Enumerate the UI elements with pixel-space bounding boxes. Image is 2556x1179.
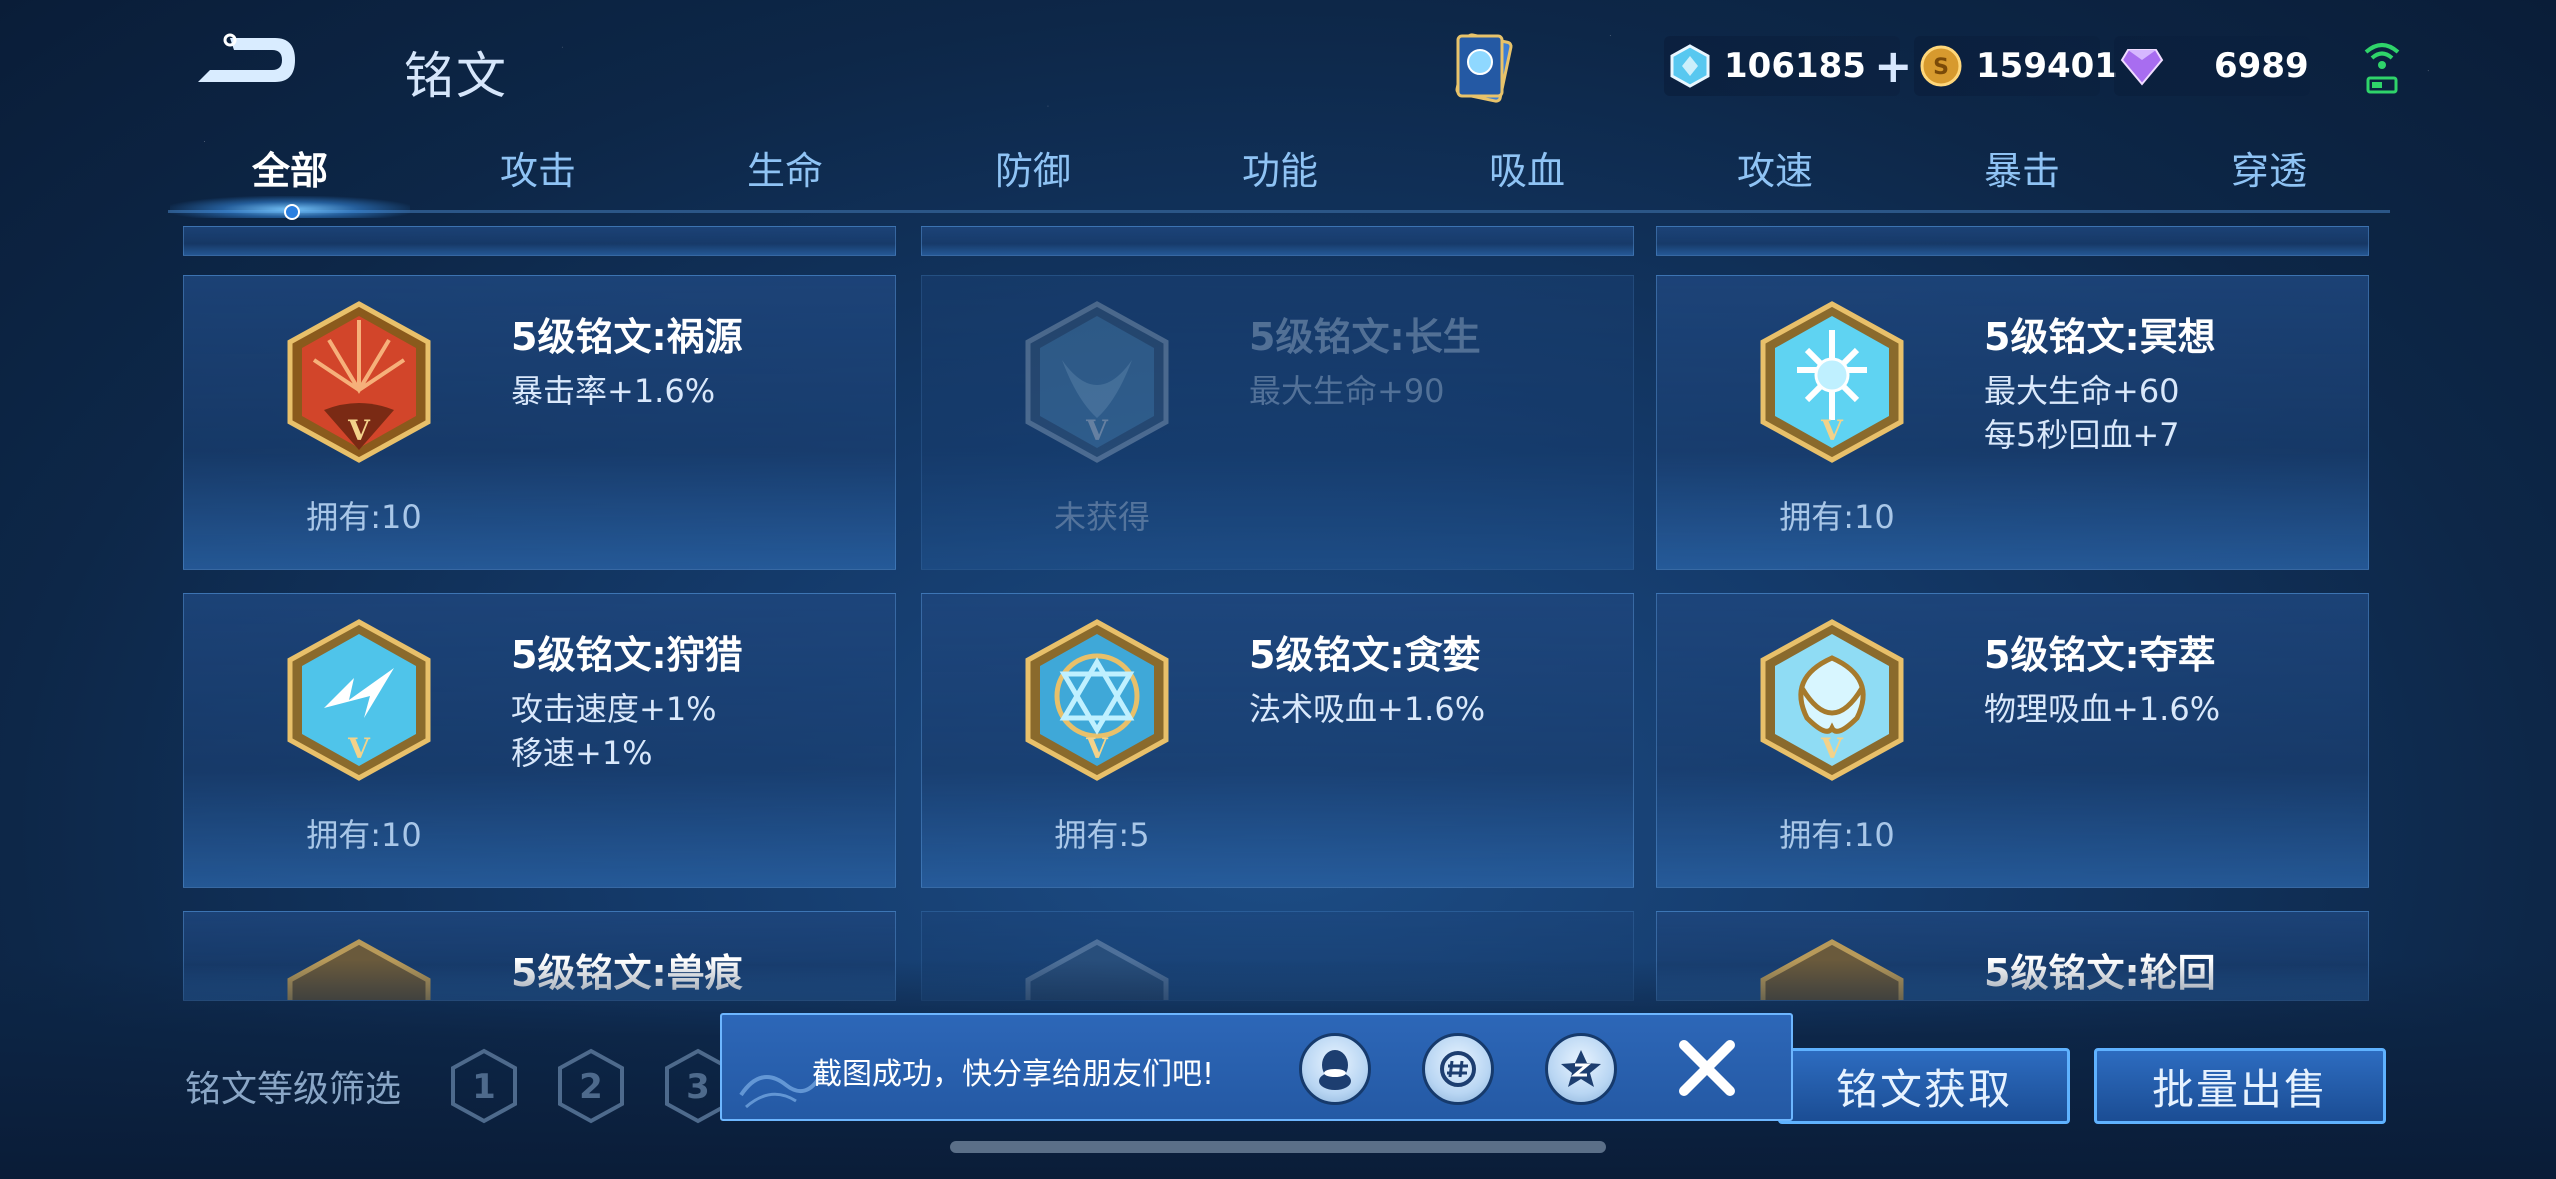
qzone-icon [1561, 1050, 1601, 1087]
toast-message: 截图成功，快分享给朋友们吧! [812, 1057, 1215, 1092]
card-stat: 每5秒回血+7 [1984, 416, 2180, 454]
gold-coin-icon: S [1920, 44, 1962, 88]
close-icon[interactable] [1672, 1033, 1742, 1103]
diamond-value: 106185 [1724, 46, 1866, 86]
tab-utility[interactable]: 功能 [1200, 140, 1360, 195]
bulk-sell-button[interactable]: 批量出售 [2094, 1048, 2386, 1124]
owned-count: 拥有:5 [1054, 816, 1150, 854]
crit-inscription-emblem-icon: V [287, 301, 431, 463]
greed-inscription-emblem-icon: V [1025, 619, 1169, 781]
page-title: 铭文 [404, 47, 508, 105]
card-title: 5级铭文:夺萃 [1984, 633, 2216, 677]
tab-penetration[interactable]: 穿透 [2189, 140, 2349, 195]
inscription-card-partial[interactable] [183, 226, 896, 256]
level-filter-2[interactable]: 2 [557, 1048, 625, 1124]
svg-text:S: S [1933, 55, 1949, 80]
tab-divider [168, 210, 2390, 213]
level-filter-label-3: 3 [686, 1067, 710, 1107]
hunt-inscription-emblem-icon: V [287, 619, 431, 781]
tab-health[interactable]: 生命 [705, 140, 865, 195]
gold-value: 159401 [1976, 46, 2118, 86]
level-filter-label: 铭文等级筛选 [185, 1069, 402, 1110]
owned-count: 拥有:10 [1779, 816, 1895, 854]
card-title: 5级铭文:冥想 [1984, 315, 2216, 359]
wechat-moments-icon [1440, 1051, 1476, 1087]
card-title: 5级铭文:贪婪 [1249, 633, 1481, 677]
home-indicator[interactable] [950, 1141, 1606, 1153]
level-filter-label-2: 2 [579, 1067, 603, 1107]
gold-currency: S 159401 [1914, 36, 2118, 96]
level-filter-label-1: 1 [472, 1067, 496, 1107]
card-title: 5级铭文:狩猎 [511, 633, 743, 677]
level-filter-1[interactable]: 1 [450, 1048, 518, 1124]
inscription-card-mingxiang[interactable]: V 5级铭文:冥想 最大生命+60 每5秒回血+7 拥有:10 [1656, 275, 2369, 570]
card-stat: 暴击率+1.6% [511, 372, 716, 410]
diamond-coupon-icon [1670, 44, 1710, 88]
card-title: 5级铭文:祸源 [511, 315, 743, 359]
card-stat: 攻击速度+1% [511, 690, 717, 728]
card-stat: 物理吸血+1.6% [1984, 690, 2221, 728]
owned-status: 未获得 [1053, 498, 1150, 536]
svg-text:V: V [347, 414, 371, 447]
card-stat: 法术吸血+1.6% [1249, 690, 1486, 728]
svg-text:V: V [1085, 732, 1109, 765]
owned-count: 拥有:10 [1779, 498, 1895, 536]
tab-attack-speed[interactable]: 攻速 [1695, 140, 1855, 195]
screenshot-share-toast: 截图成功，快分享给朋友们吧! [720, 1013, 1793, 1121]
inscription-card-partial[interactable] [1656, 226, 2369, 256]
inscription-card-changsheng[interactable]: V 5级铭文:长生 最大生命+90 未获得 [921, 275, 1634, 570]
plunder-inscription-emblem-icon: V [1760, 619, 1904, 781]
life-inscription-emblem-icon: V [1025, 301, 1169, 463]
inscription-card-huoyuan[interactable]: V 5级铭文:祸源 暴击率+1.6% 拥有:10 [183, 275, 896, 570]
add-diamond-button[interactable]: + [1874, 43, 1913, 89]
svg-text:V: V [1820, 414, 1844, 447]
card-stat: 最大生命+60 [1984, 372, 2180, 410]
svg-text:V: V [1085, 414, 1109, 447]
inscription-card-duocui[interactable]: V 5级铭文:夺萃 物理吸血+1.6% 拥有:10 [1656, 593, 2369, 888]
inscription-page-icon[interactable] [1448, 28, 1520, 108]
active-tab-dot [284, 204, 300, 220]
tab-defense[interactable]: 防御 [953, 140, 1113, 195]
meditate-inscription-emblem-icon: V [1760, 301, 1904, 463]
share-wechat-moments-button[interactable] [1422, 1033, 1494, 1105]
owned-count: 拥有:10 [306, 498, 422, 536]
gem-currency: 6989 [2114, 36, 2310, 96]
back-arrow-icon[interactable] [190, 30, 300, 90]
card-stat: 移速+1% [511, 734, 653, 772]
purple-gem-icon [2120, 44, 2164, 88]
inscription-card-partial[interactable] [921, 226, 1634, 256]
share-qzone-button[interactable] [1545, 1033, 1617, 1105]
qq-icon [1319, 1050, 1351, 1090]
svg-text:V: V [1820, 732, 1844, 765]
tab-all[interactable]: 全部 [210, 140, 370, 195]
card-stat: 最大生命+90 [1249, 372, 1445, 410]
share-qq-button[interactable] [1299, 1033, 1371, 1105]
inscription-card-shoulie[interactable]: V 5级铭文:狩猎 攻击速度+1% 移速+1% 拥有:10 [183, 593, 896, 888]
tab-lifesteal[interactable]: 吸血 [1447, 140, 1607, 195]
tab-attack[interactable]: 攻击 [458, 140, 618, 195]
tab-crit[interactable]: 暴击 [1942, 140, 2102, 195]
category-tabs: 全部 攻击 生命 防御 功能 吸血 攻速 暴击 穿透 [168, 140, 2388, 212]
svg-text:V: V [347, 732, 371, 765]
inscription-card-tanlan[interactable]: V 5级铭文:贪婪 法术吸血+1.6% 拥有:5 [921, 593, 1634, 888]
diamond-currency: 106185 + [1664, 36, 1913, 96]
obtain-inscription-button[interactable]: 铭文获取 [1778, 1048, 2070, 1124]
card-title: 5级铭文:长生 [1249, 315, 1481, 359]
owned-count: 拥有:10 [306, 816, 422, 854]
gem-value: 6989 [2214, 46, 2309, 86]
network-status-icon [2364, 43, 2400, 94]
